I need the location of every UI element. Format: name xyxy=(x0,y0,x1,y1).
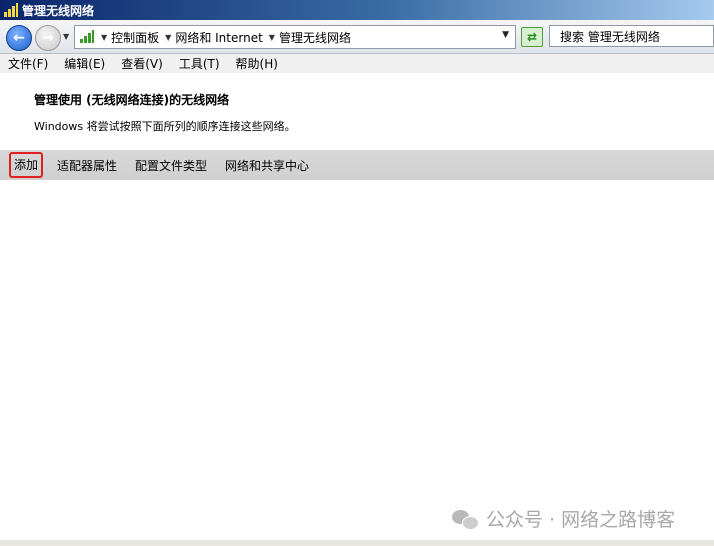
refresh-button[interactable]: ⇄ xyxy=(521,27,543,47)
status-strip xyxy=(0,540,714,546)
menu-tools[interactable]: 工具(T) xyxy=(171,55,228,72)
chat-bubble-icon xyxy=(452,508,479,530)
history-dropdown-icon[interactable]: ▼ xyxy=(63,32,69,41)
search-input[interactable]: 搜索 管理无线网络 xyxy=(549,25,714,47)
adapter-properties-button[interactable]: 适配器属性 xyxy=(48,157,126,174)
menu-help[interactable]: 帮助(H) xyxy=(228,55,286,72)
menu-view[interactable]: 查看(V) xyxy=(113,55,171,72)
back-button[interactable]: ← xyxy=(6,25,32,51)
profile-types-button[interactable]: 配置文件类型 xyxy=(126,157,216,174)
network-signal-icon xyxy=(79,30,95,44)
menu-edit[interactable]: 编辑(E) xyxy=(56,55,113,72)
command-bar: 添加 适配器属性 配置文件类型 网络和共享中心 xyxy=(0,150,714,180)
menu-file[interactable]: 文件(F) xyxy=(0,55,56,72)
address-dropdown-icon[interactable]: ▼ xyxy=(502,30,509,40)
page-title: 管理使用 (无线网络连接)的无线网络 xyxy=(34,93,230,107)
wireless-signal-icon xyxy=(4,3,18,17)
breadcrumb-separator-icon[interactable]: ▼ xyxy=(101,33,107,42)
window-title: 管理无线网络 xyxy=(22,3,95,18)
forward-button[interactable]: → xyxy=(35,25,61,51)
address-bar[interactable]: ▼ 控制面板 ▼ 网络和 Internet ▼ 管理无线网络 ▼ xyxy=(74,25,516,49)
network-sharing-center-button[interactable]: 网络和共享中心 xyxy=(216,157,318,174)
title-bar: 管理无线网络 xyxy=(0,0,714,20)
breadcrumb-separator-icon[interactable]: ▼ xyxy=(165,33,171,42)
page-description: Windows 将尝试按照下面所列的顺序连接这些网络。 xyxy=(34,120,296,133)
breadcrumb-network-internet[interactable]: 网络和 Internet xyxy=(175,29,262,46)
menu-bar: 文件(F) 编辑(E) 查看(V) 工具(T) 帮助(H) xyxy=(0,54,714,73)
header-pane: 管理使用 (无线网络连接)的无线网络 Windows 将尝试按照下面所列的顺序连… xyxy=(0,73,714,150)
breadcrumb-manage-wireless[interactable]: 管理无线网络 xyxy=(279,29,351,46)
watermark-text: 公众号 · 网络之路博客 xyxy=(486,509,676,531)
address-toolbar: ← → ▼ ▼ 控制面板 ▼ 网络和 Internet ▼ 管理无线网络 ▼ ⇄… xyxy=(0,20,714,54)
breadcrumb-separator-icon[interactable]: ▼ xyxy=(269,33,275,42)
network-list[interactable] xyxy=(0,180,714,540)
breadcrumb-control-panel[interactable]: 控制面板 xyxy=(111,29,159,46)
add-button[interactable]: 添加 xyxy=(9,152,44,178)
watermark: 公众号 · 网络之路博客 xyxy=(452,505,675,532)
